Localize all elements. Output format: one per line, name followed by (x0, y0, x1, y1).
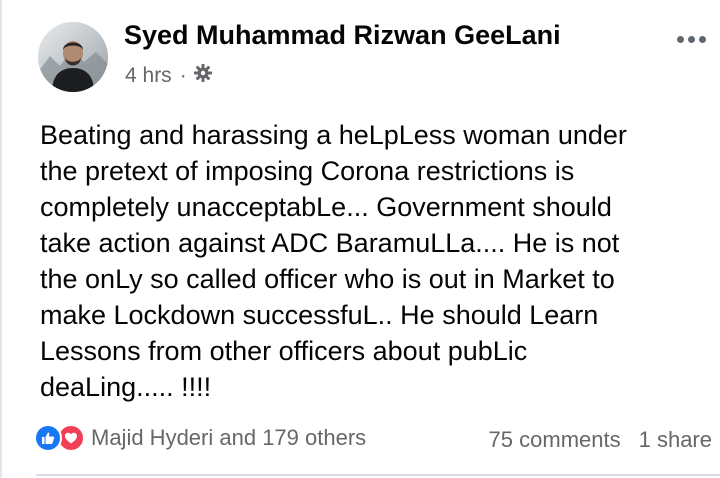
post-meta: 4 hrs · (125, 63, 213, 89)
author-name[interactable]: Syed Muhammad Rizwan GeeLani (124, 20, 561, 51)
reactions-summary[interactable]: Majid Hyderi and 179 others (34, 424, 366, 452)
avatar[interactable] (38, 22, 108, 92)
avatar-photo (38, 22, 108, 92)
reactions-text[interactable]: Majid Hyderi and 179 others (91, 425, 366, 451)
comments-count[interactable]: 75 comments (489, 427, 621, 453)
post-text: Beating and harassing a heLpLess woman u… (40, 120, 627, 402)
post-timestamp[interactable]: 4 hrs (125, 64, 172, 88)
gear-icon[interactable] (193, 63, 213, 89)
shares-count[interactable]: 1 share (639, 427, 712, 453)
divider (36, 474, 720, 476)
like-icon (34, 424, 62, 452)
facebook-post: Syed Muhammad Rizwan GeeLani 4 hrs · Bea… (0, 0, 720, 478)
more-options-icon[interactable] (677, 36, 706, 43)
engagement-counts: 75 comments 1 share (489, 427, 712, 453)
meta-separator: · (179, 64, 187, 87)
